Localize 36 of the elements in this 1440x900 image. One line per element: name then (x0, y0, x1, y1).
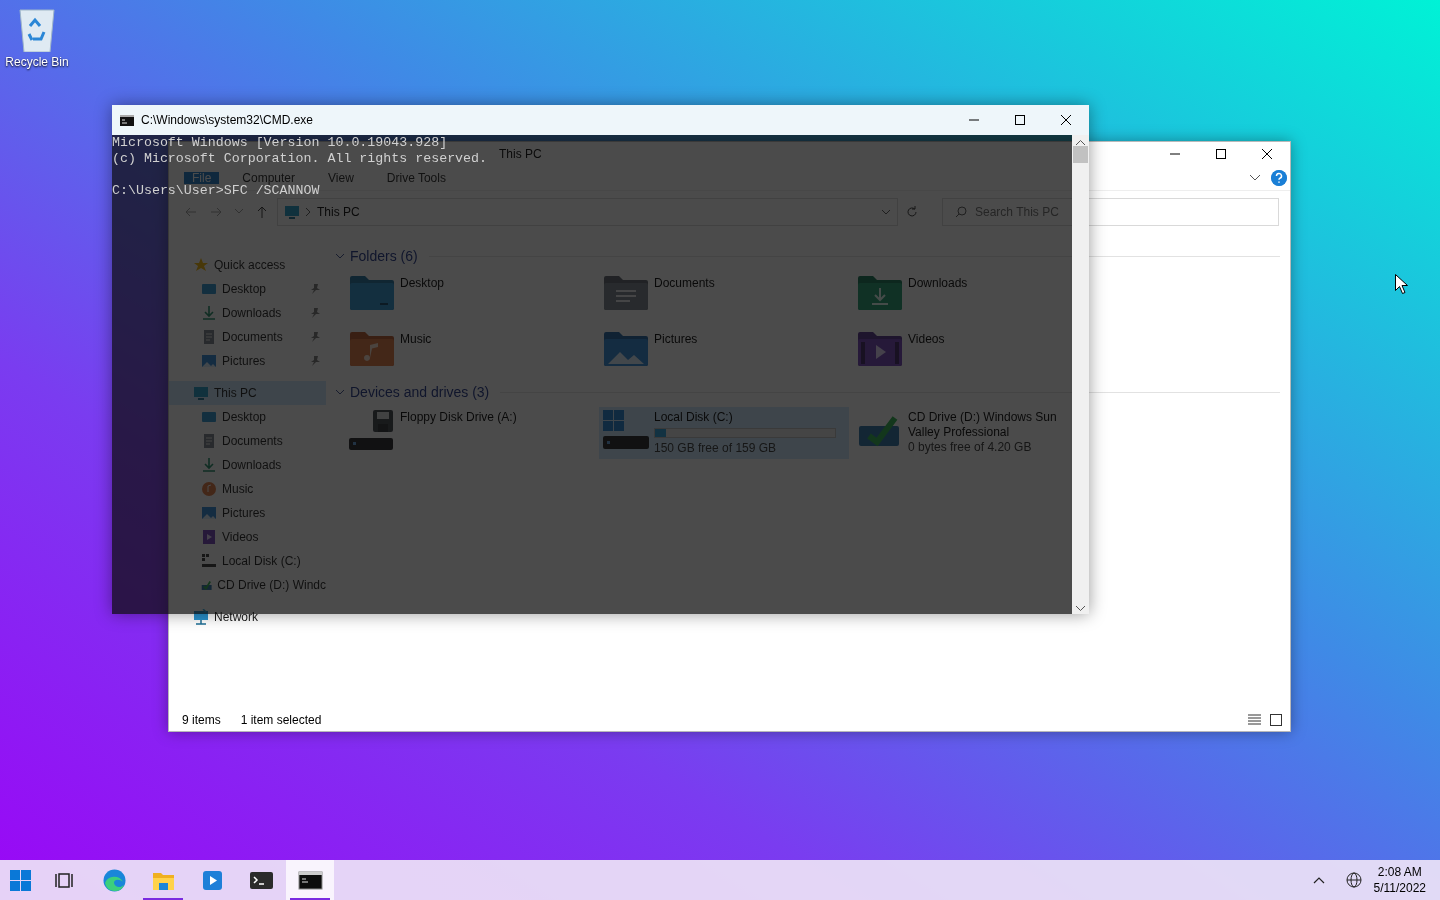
help-icon[interactable] (1271, 169, 1287, 186)
mouse-pointer-icon (1395, 274, 1408, 294)
minimize-icon (969, 119, 979, 121)
browser-icon (101, 867, 127, 893)
ribbon-tab[interactable]: Computer (232, 171, 306, 184)
ribbon-tab[interactable]: Drive Tools (376, 171, 456, 184)
item-count: 9 items (182, 713, 221, 727)
recycle-bin-icon (18, 6, 56, 52)
group-header: Devices and drives (3) (350, 384, 490, 400)
close-icon (1262, 148, 1272, 159)
globe-icon[interactable] (1345, 872, 1362, 888)
caret-icon (1312, 876, 1325, 884)
tiles-view-icon[interactable] (1270, 714, 1282, 726)
console-prompt[interactable]: C:\Users\User>SFC /SCANNOW (112, 185, 320, 197)
scroll-thumb[interactable] (1073, 146, 1088, 163)
minimize-icon (1170, 152, 1180, 155)
details-view-icon[interactable] (1248, 714, 1261, 725)
desktop-shortcut[interactable]: Recycle Bin (0, 6, 74, 69)
ribbon-tab[interactable]: View (318, 171, 364, 184)
maximize-icon (1015, 115, 1025, 125)
clock[interactable]: 2:08 AM 5/11/2022 (1369, 864, 1430, 896)
console-line: (c) Microsoft Corporation. All rights reserved. (112, 153, 488, 165)
expand-ribbon-icon[interactable] (1249, 173, 1261, 182)
command-prompt-icon (120, 114, 134, 126)
group-header: Folders (6) (350, 248, 418, 264)
window-title: This PC (499, 146, 542, 161)
selection-count: 1 item selected (240, 713, 322, 727)
command-prompt-button[interactable] (286, 860, 334, 900)
start-icon (7, 867, 33, 893)
scroll-down-icon[interactable] (1076, 606, 1085, 611)
close-icon (1061, 115, 1071, 125)
scrollbar[interactable] (1072, 135, 1089, 614)
maximize-icon (1216, 148, 1226, 159)
window-title: C:\Windows\system32\CMD.exe (141, 113, 314, 127)
console-line: Microsoft Windows [Version 10.0.19043.928] (112, 137, 448, 149)
scroll-up-icon[interactable] (1076, 140, 1085, 145)
